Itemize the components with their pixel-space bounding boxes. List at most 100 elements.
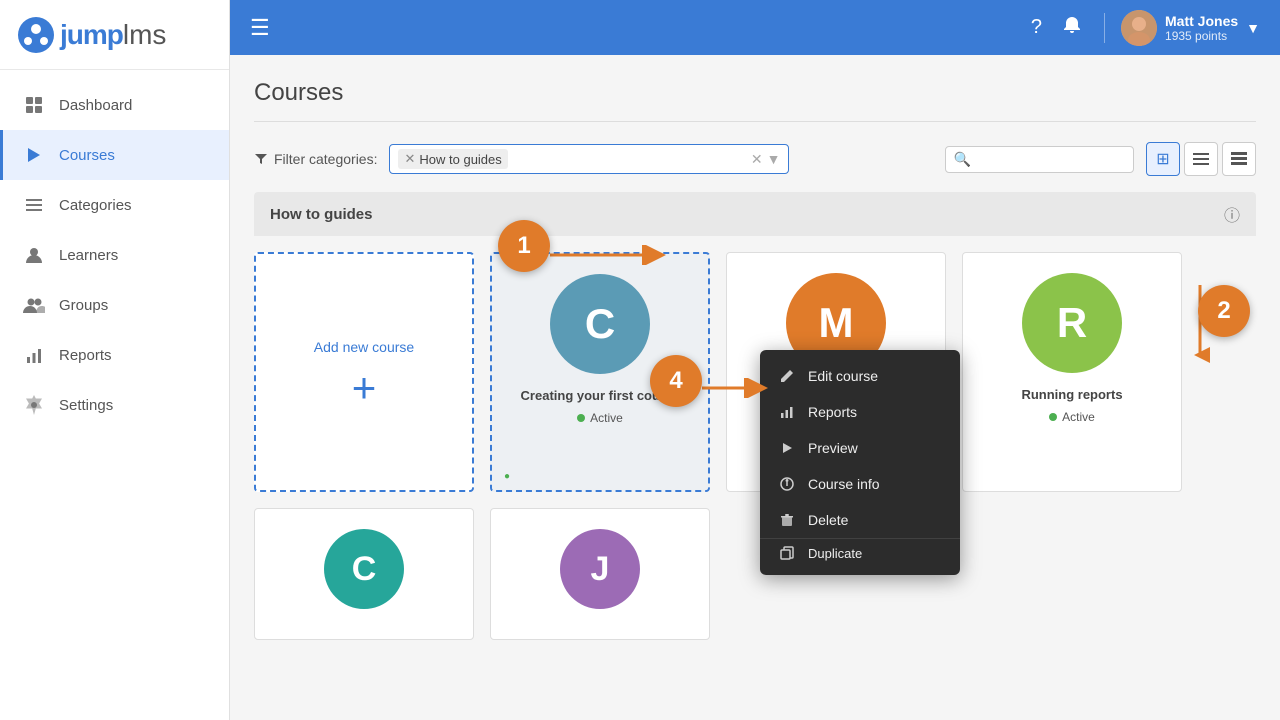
active-badge-creating: ●	[504, 471, 510, 482]
menu-label-courseinfo: Course info	[808, 476, 880, 492]
sidebar-item-dashboard[interactable]: Dashboard	[0, 80, 229, 130]
course-name-running: Running reports	[1021, 387, 1122, 402]
sidebar-label-groups: Groups	[59, 297, 108, 314]
bottom-row-cards: C J	[254, 508, 1256, 640]
filter-input-area[interactable]: ✕ How to guides ✕ ▼	[389, 144, 789, 174]
sidebar-label-reports: Reports	[59, 347, 112, 364]
sidebar-item-groups[interactable]: Groups	[0, 280, 229, 330]
settings-icon	[23, 394, 45, 416]
toolbar-right: 🔍 ⊞	[945, 142, 1256, 176]
menu-label-reports: Reports	[808, 404, 857, 420]
avatar-image	[1121, 10, 1157, 46]
annotation-4: 4	[650, 355, 702, 407]
learners-icon	[23, 244, 45, 266]
menu-item-preview[interactable]: Preview	[760, 430, 960, 466]
course-grid: Add new course + C Creating your first c…	[254, 236, 1256, 508]
sidebar-label-dashboard: Dashboard	[59, 97, 132, 114]
groups-icon	[23, 294, 45, 316]
user-chevron-icon[interactable]: ▼	[1246, 20, 1260, 36]
view-list2-button[interactable]	[1222, 142, 1256, 176]
course-status-creating: Active	[577, 411, 623, 425]
course-card-c[interactable]: C	[254, 508, 474, 640]
context-menu: Edit course Reports Preview Course info	[760, 350, 960, 575]
menu-label-duplicate: Duplicate	[808, 546, 862, 561]
sidebar-label-courses: Courses	[59, 147, 115, 164]
user-menu[interactable]: Matt Jones 1935 points ▼	[1121, 10, 1260, 46]
user-avatar	[1121, 10, 1157, 46]
sidebar-item-learners[interactable]: Learners	[0, 230, 229, 280]
courseinfo-icon	[778, 476, 796, 492]
view-list1-button[interactable]	[1184, 142, 1218, 176]
categories-icon	[23, 194, 45, 216]
user-points: 1935 points	[1165, 29, 1238, 43]
reports-icon	[23, 344, 45, 366]
courses-icon	[23, 144, 45, 166]
preview-icon	[778, 440, 796, 456]
add-course-label: Add new course	[314, 339, 414, 355]
notifications-icon[interactable]	[1056, 9, 1088, 47]
topbar: ☰ ? Matt Jones 1935 points	[230, 0, 1280, 55]
user-name: Matt Jones	[1165, 13, 1238, 29]
list-view-icon	[1193, 151, 1209, 167]
logo-suffix: lms	[123, 19, 167, 51]
filter-clear-icon[interactable]: ✕	[751, 151, 763, 168]
course-avatar-creating: C	[550, 274, 650, 374]
sidebar-nav: Dashboard Courses Categories Learners Gr…	[0, 70, 229, 440]
menu-item-reports[interactable]: Reports	[760, 394, 960, 430]
sidebar-item-settings[interactable]: Settings	[0, 380, 229, 430]
sidebar-label-categories: Categories	[59, 197, 132, 214]
course-avatar-running: R	[1022, 273, 1122, 373]
help-icon[interactable]: ?	[1025, 10, 1048, 45]
filter-label: Filter categories:	[254, 151, 377, 167]
filter-tag-remove[interactable]: ✕	[404, 151, 415, 167]
annotation-1: 1	[498, 220, 550, 272]
menu-item-duplicate[interactable]: Duplicate	[760, 538, 960, 567]
content-toolbar: Filter categories: ✕ How to guides ✕ ▼ 🔍	[254, 142, 1256, 176]
edit-icon	[778, 368, 796, 384]
sidebar: jump lms Dashboard Courses Categories L	[0, 0, 230, 720]
add-course-icon: +	[352, 367, 377, 409]
section-header: How to guides ⓘ	[254, 192, 1256, 236]
duplicate-icon	[778, 545, 796, 561]
page-title: Courses	[254, 79, 1256, 122]
sidebar-item-categories[interactable]: Categories	[0, 180, 229, 230]
arrow-1	[550, 245, 670, 270]
delete-icon	[778, 512, 796, 528]
sidebar-item-reports[interactable]: Reports	[0, 330, 229, 380]
sidebar-label-settings: Settings	[59, 397, 113, 414]
logo-icon	[18, 17, 54, 53]
course-card-j[interactable]: J	[490, 508, 710, 640]
menu-label-delete: Delete	[808, 512, 848, 528]
section-info-icon[interactable]: ⓘ	[1224, 202, 1240, 226]
topbar-left: ☰	[250, 15, 270, 41]
add-course-card[interactable]: Add new course +	[254, 252, 474, 492]
user-details: Matt Jones 1935 points	[1165, 13, 1238, 43]
topbar-divider	[1104, 13, 1105, 43]
annotation-2: 2	[1198, 285, 1250, 337]
view-grid-button[interactable]: ⊞	[1146, 142, 1180, 176]
search-input[interactable]	[975, 152, 1125, 167]
menu-item-courseinfo[interactable]: Course info	[760, 466, 960, 502]
toolbar-left: Filter categories: ✕ How to guides ✕ ▼	[254, 144, 789, 174]
main-content: ☰ ? Matt Jones 1935 points	[230, 0, 1280, 720]
hamburger-menu[interactable]: ☰	[250, 15, 270, 41]
search-icon: 🔍	[954, 151, 971, 168]
filter-tag-howtoguides: ✕ How to guides	[398, 149, 507, 169]
menu-label-edit: Edit course	[808, 368, 878, 384]
filter-dropdown-icon[interactable]: ▼	[767, 151, 781, 167]
menu-label-preview: Preview	[808, 440, 858, 456]
dashboard-icon	[23, 94, 45, 116]
logo-area: jump lms	[0, 0, 229, 70]
section-title: How to guides	[270, 206, 373, 223]
sidebar-item-courses[interactable]: Courses	[0, 130, 229, 180]
topbar-right: ? Matt Jones 1935 points ▼	[1025, 9, 1260, 47]
menu-item-edit[interactable]: Edit course	[760, 358, 960, 394]
filter-icon	[254, 152, 268, 166]
arrow-4	[702, 378, 772, 403]
filter-text-field[interactable]	[512, 152, 747, 167]
status-dot-creating	[577, 414, 585, 422]
status-dot-running	[1049, 413, 1057, 421]
course-status-running: Active	[1049, 410, 1095, 424]
menu-item-delete[interactable]: Delete	[760, 502, 960, 538]
course-card-running[interactable]: R Running reports Active	[962, 252, 1182, 492]
